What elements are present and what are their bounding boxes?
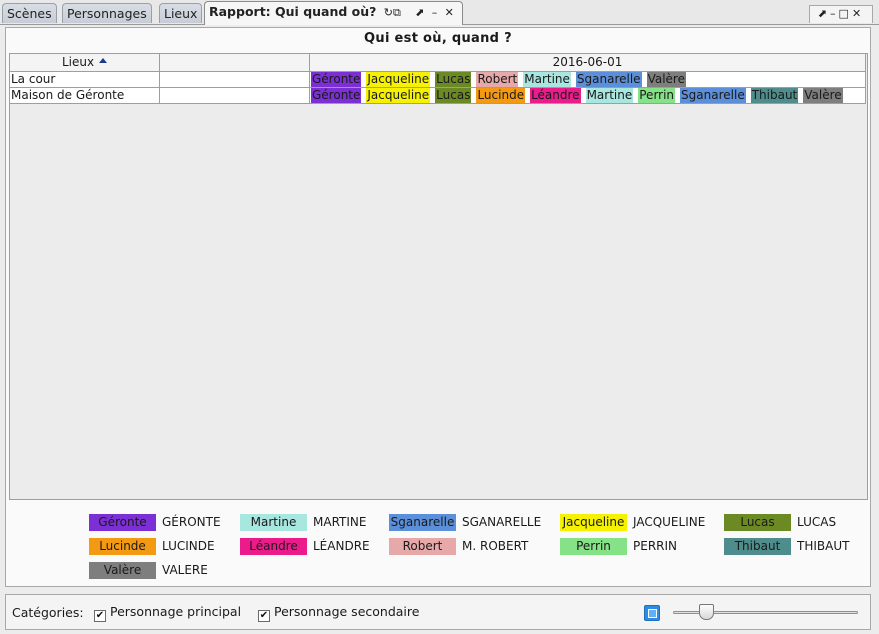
row-place-cell[interactable]: Maison de Géronte bbox=[10, 88, 160, 104]
character-chip[interactable]: Valère bbox=[646, 72, 686, 87]
character-chip[interactable]: Léandre bbox=[530, 88, 581, 103]
row-blank-cell[interactable] bbox=[160, 72, 310, 88]
bottom-bar: Catégories: ✔ Personnage principal ✔ Perso… bbox=[5, 594, 871, 630]
checkbox-label: Personnage secondaire bbox=[274, 604, 420, 619]
character-chip[interactable]: Sganarelle bbox=[680, 88, 746, 103]
minimize-icon[interactable]: – bbox=[830, 7, 839, 20]
undock-icon[interactable]: ⬈ bbox=[415, 6, 424, 19]
legend-label: PERRIN bbox=[633, 539, 678, 553]
tab-bar: Scènes Personnages Lieux Rapport: Qui qu… bbox=[0, 0, 879, 25]
close-icon[interactable]: ✕ bbox=[445, 6, 454, 19]
legend-label: JACQUELINE bbox=[633, 515, 706, 529]
character-chip[interactable]: Jacqueline bbox=[366, 88, 431, 103]
character-chip[interactable]: Jacqueline bbox=[366, 72, 431, 87]
legend-label: MARTINE bbox=[313, 515, 367, 529]
tab-label: Personnages bbox=[67, 6, 147, 21]
checkbox-label: Personnage principal bbox=[110, 604, 242, 619]
legend-swatch: Léandre bbox=[240, 538, 307, 555]
row-characters-cell[interactable]: Géronte Jacqueline Lucas Robert Martine Sgana… bbox=[310, 72, 866, 88]
legend-swatch: Robert bbox=[389, 538, 456, 555]
legend-swatch: Lucas bbox=[724, 514, 791, 531]
sort-ascending-icon bbox=[99, 58, 108, 63]
character-chip[interactable]: Valère bbox=[803, 88, 843, 103]
legend-swatch: Sganarelle bbox=[389, 514, 456, 531]
fit-to-window-icon[interactable] bbox=[644, 605, 660, 621]
column-header-lieux[interactable]: Lieux bbox=[10, 54, 160, 72]
character-chip[interactable]: Géronte bbox=[311, 88, 362, 103]
character-chip[interactable]: Perrin bbox=[638, 88, 676, 103]
character-chip[interactable]: Martine bbox=[585, 88, 634, 103]
legend-swatch: Perrin bbox=[560, 538, 627, 555]
zoom-slider[interactable] bbox=[673, 604, 858, 620]
character-chip[interactable]: Thibaut bbox=[750, 88, 799, 103]
tab-label: Lieux bbox=[164, 6, 198, 21]
report-panel: Qui est où, quand ? Lieux 2016-06-01 La … bbox=[5, 27, 871, 587]
report-table: Lieux 2016-06-01 La cour Géronte Jacqueli… bbox=[9, 53, 868, 500]
legend-label: THIBAUT bbox=[797, 539, 850, 553]
character-chip[interactable]: Lucas bbox=[435, 88, 472, 103]
tab-lieux[interactable]: Lieux bbox=[159, 3, 203, 23]
legend-label: M. ROBERT bbox=[462, 539, 529, 553]
tab-label: Rapport: Qui quand où? bbox=[209, 4, 377, 19]
report-title: Qui est où, quand ? bbox=[364, 31, 512, 46]
maximize-icon[interactable]: □ bbox=[839, 7, 852, 20]
legend-swatch: Thibaut bbox=[724, 538, 791, 555]
checkbox-personnage-principal[interactable]: ✔ Personnage principal bbox=[94, 604, 242, 622]
legend-swatch: Lucinde bbox=[89, 538, 156, 555]
character-chip[interactable]: Robert bbox=[476, 72, 519, 87]
column-header-date[interactable]: 2016-06-01 bbox=[310, 54, 866, 72]
refresh-icon[interactable]: ↻ bbox=[384, 6, 393, 19]
legend-swatch: Martine bbox=[240, 514, 307, 531]
row-blank-cell[interactable] bbox=[160, 88, 310, 104]
legend-swatch: Jacqueline bbox=[560, 514, 627, 531]
legend-label: LÉANDRE bbox=[313, 539, 370, 553]
minimize-icon[interactable]: – bbox=[432, 6, 438, 19]
legend-label: LUCAS bbox=[797, 515, 837, 529]
row-characters-cell[interactable]: Géronte Jacqueline Lucas Lucinde Léandre Mart… bbox=[310, 88, 866, 104]
tab-personnages[interactable]: Personnages bbox=[62, 3, 152, 23]
export-icon[interactable]: ⧉ bbox=[393, 6, 401, 19]
tab-rapport[interactable]: Rapport: Qui quand où? ↻⧉ ⬈ – ✕ bbox=[204, 1, 463, 25]
character-chip[interactable]: Lucinde bbox=[476, 88, 526, 103]
close-icon[interactable]: ✕ bbox=[852, 7, 864, 20]
column-header-label: Lieux bbox=[61, 55, 95, 69]
row-place-cell[interactable]: La cour bbox=[10, 72, 160, 88]
legend-label: SGANARELLE bbox=[462, 515, 542, 529]
tab-label: Scènes bbox=[7, 6, 52, 21]
check-icon[interactable]: ✔ bbox=[258, 610, 270, 622]
categories-label: Catégories: bbox=[12, 605, 84, 620]
slider-thumb[interactable] bbox=[699, 604, 714, 620]
legend-swatch: Valère bbox=[89, 562, 156, 579]
character-chip[interactable]: Lucas bbox=[435, 72, 472, 87]
character-chip[interactable]: Sganarelle bbox=[575, 72, 642, 87]
legend-swatch: Géronte bbox=[89, 514, 156, 531]
character-chip[interactable]: Géronte bbox=[311, 72, 362, 87]
check-icon[interactable]: ✔ bbox=[94, 610, 106, 622]
window-controls: ⬈–□✕ bbox=[809, 5, 873, 23]
undock-icon[interactable]: ⬈ bbox=[818, 7, 830, 20]
character-chip[interactable]: Martine bbox=[523, 72, 571, 87]
column-header-blank[interactable] bbox=[160, 54, 310, 72]
tab-scenes[interactable]: Scènes bbox=[2, 3, 57, 23]
legend-label: VALERE bbox=[162, 563, 208, 577]
legend-label: LUCINDE bbox=[162, 539, 215, 553]
checkbox-personnage-secondaire[interactable]: ✔ Personnage secondaire bbox=[258, 604, 420, 622]
legend-label: GÉRONTE bbox=[162, 515, 221, 529]
